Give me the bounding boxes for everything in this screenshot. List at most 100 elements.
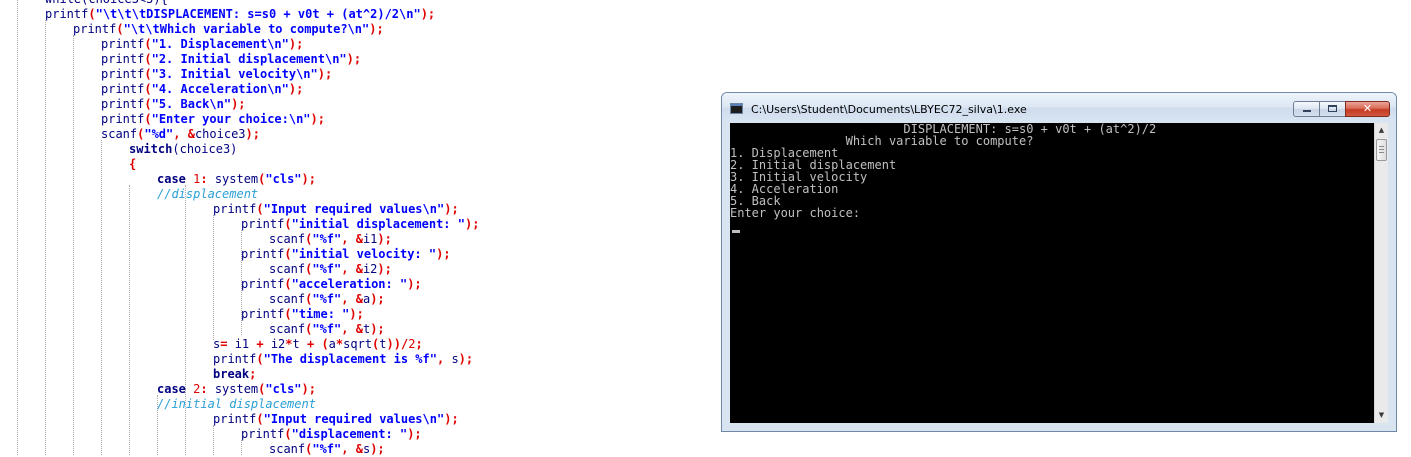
code-token: ); <box>377 232 392 246</box>
code-token: ( <box>284 217 292 231</box>
code-token: ); <box>407 427 422 441</box>
code-token: ); <box>301 382 316 396</box>
code-line: printf("time: "); <box>241 307 364 322</box>
code-line: case 2: system("cls"); <box>157 382 316 397</box>
code-line: printf("Enter your choice:\n"); <box>101 112 325 127</box>
window-title: C:\Users\Student\Documents\LBYEC72_silva… <box>751 103 1027 116</box>
code-token: scanf <box>269 232 306 246</box>
code-line: { <box>129 157 136 172</box>
console-output[interactable]: DISPLACEMENT: s=s0 + v0t + (at^2)/2 Whic… <box>730 123 1388 423</box>
code-token: & <box>355 442 363 456</box>
code-token: "1. Displacement\n" <box>151 37 289 51</box>
code-token: printf <box>101 67 145 81</box>
indent-guide <box>213 215 214 340</box>
code-token: + <box>249 337 271 351</box>
code-token: //initial displacement <box>157 397 316 411</box>
code-token: + <box>299 337 322 351</box>
code-token: ; <box>249 367 257 381</box>
indent-guide <box>73 35 74 455</box>
code-token: printf <box>241 427 285 441</box>
code-token: t <box>379 337 387 351</box>
code-token: ( <box>116 22 124 36</box>
code-token: ); <box>369 22 384 36</box>
code-token: "%f" <box>312 232 342 246</box>
code-token: ); <box>377 262 392 276</box>
code-token: while(choice3<5){ <box>45 0 168 6</box>
code-token: "%f" <box>312 322 342 336</box>
code-token: "\t\tWhich variable to compute?\n" <box>123 22 370 36</box>
console-window[interactable]: C:\Users\Student\Documents\LBYEC72_silva… <box>721 92 1397 432</box>
code-token: printf <box>241 217 285 231</box>
code-token: ); <box>245 127 260 141</box>
code-token: printf <box>45 7 89 21</box>
close-icon: ✕ <box>1362 102 1373 115</box>
code-token: * <box>285 337 293 351</box>
code-token: "initial displacement: " <box>291 217 465 231</box>
minimize-button[interactable] <box>1293 101 1320 117</box>
code-token: ); <box>349 307 364 321</box>
code-token: & <box>355 232 363 246</box>
code-token: , <box>341 292 356 306</box>
code-token: system <box>214 382 259 396</box>
code-token: sqrt <box>343 337 373 351</box>
scrollbar-thumb[interactable] <box>1376 139 1387 161</box>
code-line: break; <box>213 367 256 382</box>
code-line: printf("3. Initial velocity\n"); <box>101 67 332 82</box>
console-window-icon <box>730 103 743 114</box>
code-token: ( <box>144 52 152 66</box>
code-line: scanf("%f", &i2); <box>269 262 392 277</box>
code-token: scanf <box>101 127 138 141</box>
code-token: printf <box>101 97 145 111</box>
indent-guide <box>213 425 214 455</box>
code-token: printf <box>101 52 145 66</box>
code-token: system <box>214 172 259 186</box>
indent-guide <box>129 185 130 455</box>
code-token: printf <box>73 22 117 36</box>
code-token: break <box>213 367 250 381</box>
code-token: , <box>173 127 188 141</box>
code-token: "displacement: " <box>291 427 408 441</box>
vertical-scrollbar[interactable]: ▲ ▼ <box>1374 123 1388 423</box>
code-token: printf <box>241 247 285 261</box>
code-editor[interactable]: while(choice3<5){printf("\t\t\tDISPLACEM… <box>0 0 715 456</box>
code-token: ( <box>284 427 292 441</box>
code-token: ); <box>458 352 474 366</box>
indent-guide <box>45 20 46 455</box>
code-token: "cls" <box>265 172 302 186</box>
code-line: printf("Input required values\n"); <box>213 412 459 427</box>
code-line: scanf("%f", &i1); <box>269 232 392 247</box>
code-token: "\t\t\tDISPLACEMENT: s=s0 + v0t + (at^2)… <box>95 7 421 21</box>
code-line: printf("\t\t\tDISPLACEMENT: s=s0 + v0t +… <box>45 7 435 22</box>
maximize-button[interactable] <box>1319 101 1346 117</box>
code-token: ); <box>301 172 316 186</box>
code-line: s= i1 + i2*t + (a*sqrt(t))/2; <box>213 337 423 352</box>
close-button[interactable]: ✕ <box>1345 101 1390 117</box>
code-token: , <box>341 322 356 336</box>
code-token: printf <box>241 277 285 291</box>
indent-guide <box>241 440 242 455</box>
code-token: "4. Acceleration\n" <box>151 82 289 96</box>
code-line: printf("acceleration: "); <box>241 277 422 292</box>
scroll-up-arrow-icon[interactable]: ▲ <box>1375 123 1388 138</box>
code-token: //displacement <box>157 187 259 201</box>
code-token: ( <box>144 67 152 81</box>
code-token: , <box>341 442 356 456</box>
scroll-down-arrow-icon[interactable]: ▼ <box>1375 408 1388 423</box>
indent-guide <box>185 185 186 455</box>
code-token: ( <box>144 37 152 51</box>
console-titlebar[interactable]: C:\Users\Student\Documents\LBYEC72_silva… <box>722 93 1396 122</box>
code-line: while(choice3<5){ <box>45 0 168 7</box>
code-token: ); <box>231 97 246 111</box>
code-token: scanf <box>269 262 306 276</box>
code-token: switch <box>129 142 173 156</box>
indent-guide <box>101 140 102 455</box>
code-token: ( <box>144 82 152 96</box>
code-token: i1 <box>234 337 250 351</box>
code-token: printf <box>101 82 145 96</box>
code-token: ); <box>288 37 304 51</box>
code-line: scanf("%f", &t); <box>269 322 385 337</box>
code-token: "%f" <box>312 442 342 456</box>
code-token: ); <box>370 442 385 456</box>
code-token: "%d" <box>144 127 174 141</box>
code-token: "acceleration: " <box>291 277 408 291</box>
